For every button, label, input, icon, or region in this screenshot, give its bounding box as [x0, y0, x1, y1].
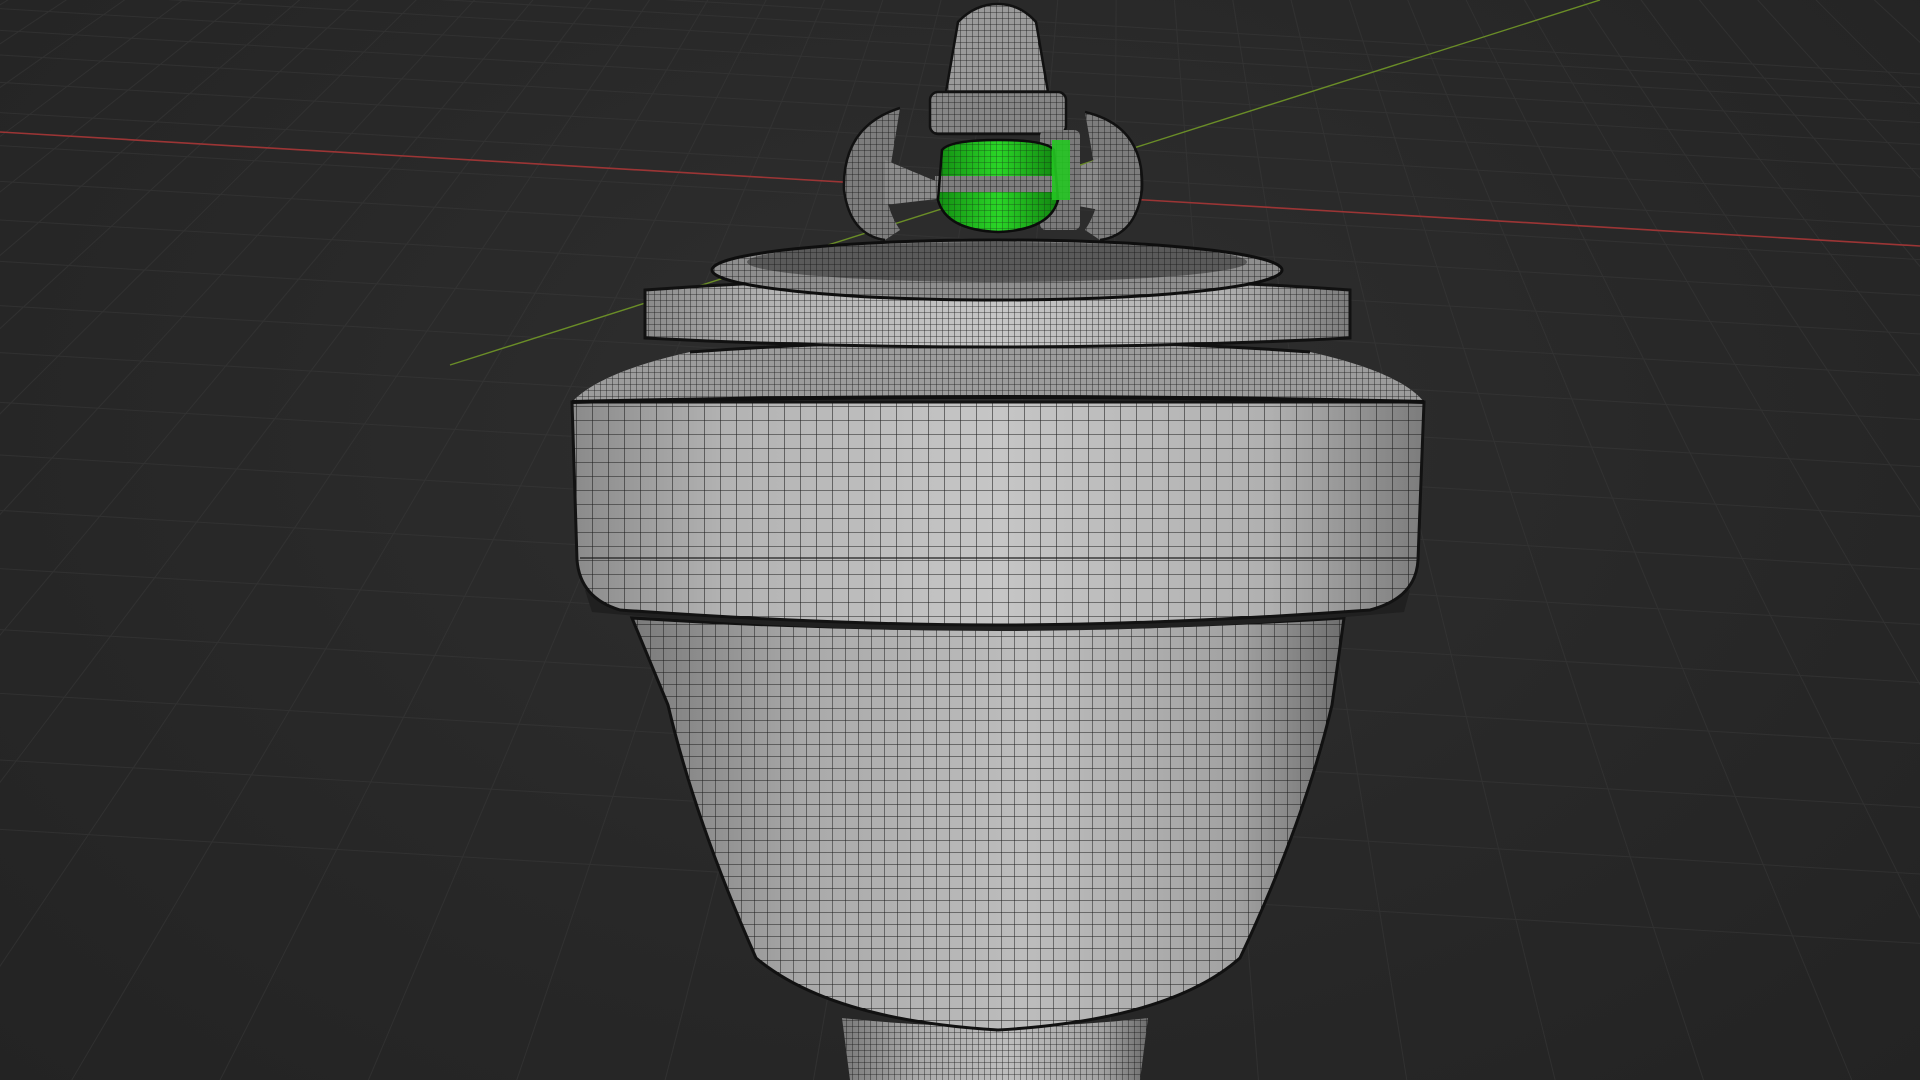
- upper-band: [570, 400, 1426, 627]
- 3d-viewport[interactable]: [0, 0, 1920, 1080]
- lower-cone: [629, 616, 1346, 1032]
- shoulder-ring: [571, 339, 1425, 404]
- mesh-object[interactable]: [560, 2, 1440, 1080]
- viewport-canvas[interactable]: [0, 0, 1920, 1080]
- top-cap: [710, 238, 1284, 302]
- selected-strip: [1052, 140, 1070, 200]
- selected-sphere[interactable]: [935, 138, 1061, 234]
